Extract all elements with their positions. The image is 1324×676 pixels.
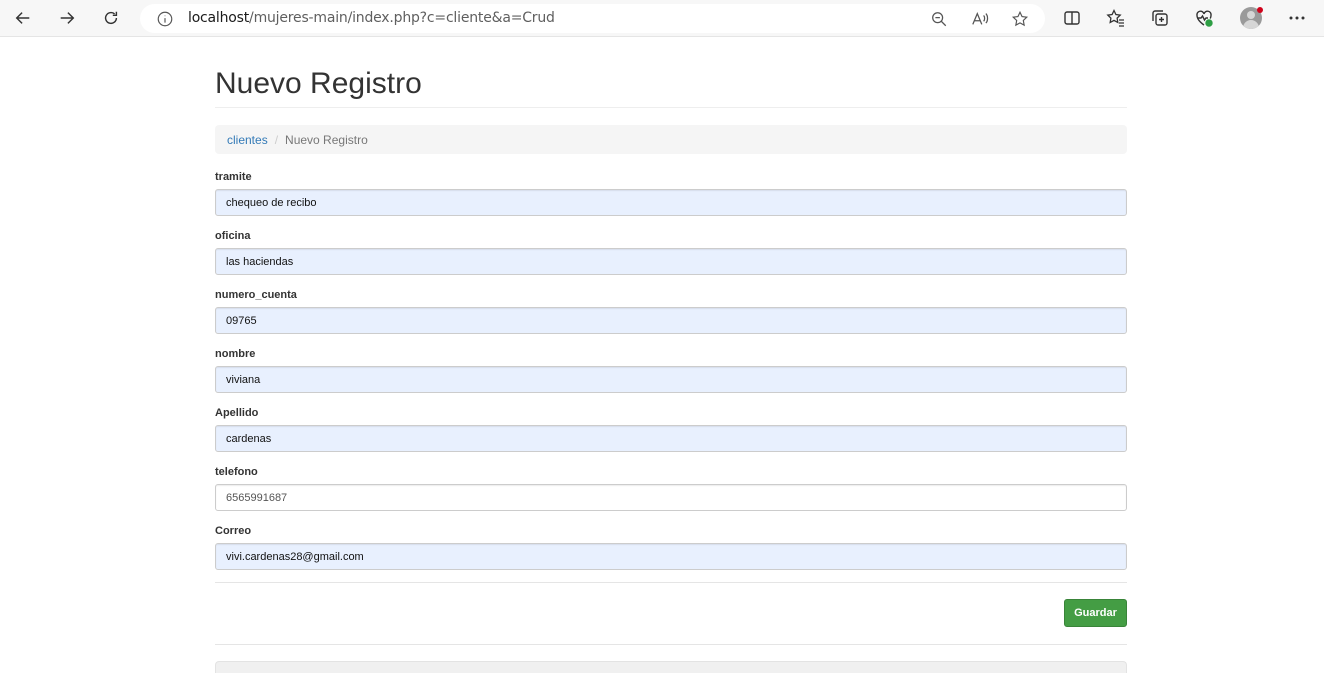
nombre-input[interactable]	[215, 366, 1127, 393]
oficina-label: oficina	[215, 230, 251, 242]
numero-cuenta-label: numero_cuenta	[215, 289, 297, 301]
apellido-input[interactable]	[215, 425, 1127, 452]
page-container: Nuevo Registro clientes / Nuevo Registro…	[215, 37, 1127, 673]
telefono-input[interactable]	[215, 484, 1127, 511]
tramite-input[interactable]	[215, 189, 1127, 216]
form-group-telefono: telefono	[215, 465, 1127, 524]
favorite-star-icon[interactable]	[1011, 10, 1029, 28]
form-group-correo: Correo	[215, 524, 1127, 583]
form-actions: Guardar	[215, 583, 1127, 644]
more-menu-icon[interactable]	[1287, 8, 1307, 28]
avatar-head	[1247, 11, 1255, 19]
zoom-out-icon[interactable]	[930, 10, 948, 28]
nombre-label: nombre	[215, 348, 256, 360]
split-screen-icon[interactable]	[1062, 8, 1082, 28]
form-group-apellido: Apellido	[215, 406, 1127, 465]
page-title: Nuevo Registro	[215, 67, 422, 100]
telefono-label: telefono	[215, 466, 258, 478]
read-aloud-icon[interactable]	[971, 10, 989, 28]
browser-toolbar: localhost/mujeres-main/index.php?c=clien…	[0, 0, 1324, 37]
breadcrumb: clientes / Nuevo Registro	[215, 125, 1127, 154]
forward-arrow-icon[interactable]	[53, 5, 81, 31]
apellido-label: Apellido	[215, 407, 259, 419]
correo-input[interactable]	[215, 543, 1127, 570]
url-host: localhost	[188, 10, 250, 26]
page-header: Nuevo Registro	[215, 37, 1127, 108]
registro-form: tramite oficina numero_cuenta nombre Ape…	[215, 170, 1127, 583]
form-group-nombre: nombre	[215, 347, 1127, 406]
form-divider-bottom	[215, 644, 1127, 645]
address-bar[interactable]: localhost/mujeres-main/index.php?c=clien…	[140, 4, 1045, 33]
collections-icon[interactable]	[1150, 8, 1170, 28]
footer-well	[215, 661, 1127, 673]
form-group-numero-cuenta: numero_cuenta	[215, 288, 1127, 347]
guardar-button[interactable]: Guardar	[1064, 599, 1127, 627]
browser-essentials-icon[interactable]	[1194, 8, 1214, 28]
correo-label: Correo	[215, 525, 252, 537]
favorites-icon[interactable]	[1106, 8, 1126, 28]
breadcrumb-link-clientes[interactable]: clientes	[227, 133, 268, 147]
avatar-body	[1243, 20, 1259, 29]
info-icon[interactable]	[156, 10, 174, 28]
back-arrow-icon[interactable]	[9, 5, 37, 31]
tramite-label: tramite	[215, 171, 252, 183]
breadcrumb-separator: /	[274, 132, 279, 147]
refresh-icon[interactable]	[97, 5, 125, 31]
notification-dot	[1257, 7, 1263, 13]
oficina-input[interactable]	[215, 248, 1127, 275]
form-group-oficina: oficina	[215, 229, 1127, 288]
url-text: localhost/mujeres-main/index.php?c=clien…	[188, 10, 555, 26]
form-group-tramite: tramite	[215, 170, 1127, 229]
breadcrumb-current: Nuevo Registro	[285, 132, 368, 147]
numero-cuenta-input[interactable]	[215, 307, 1127, 334]
url-path: /mujeres-main/index.php?c=cliente&a=Crud	[249, 10, 555, 26]
